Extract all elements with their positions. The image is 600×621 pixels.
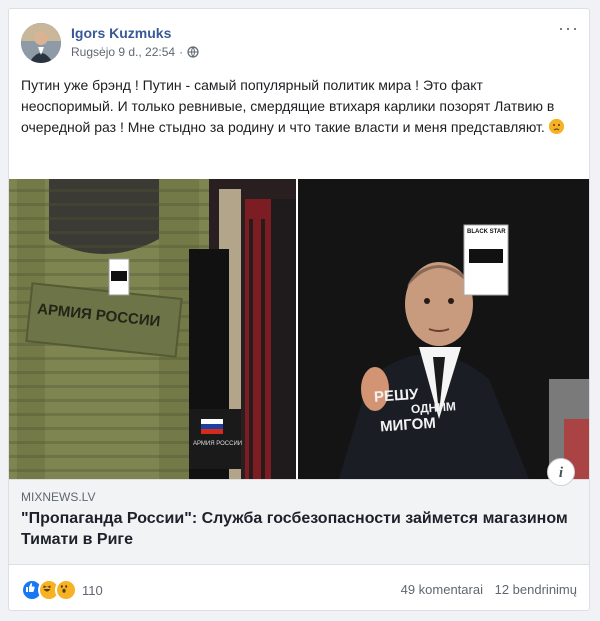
footer-divider [21, 610, 577, 611]
reaction-summary[interactable]: 110 [21, 579, 103, 601]
info-icon[interactable]: i [547, 458, 575, 486]
link-preview[interactable]: i MIXNEWS.LV "Пропаганда России": Служба… [9, 458, 589, 565]
post-meta: Rugsėjo 9 d., 22:54 · [71, 45, 199, 59]
right-photo [298, 179, 589, 479]
shares-count[interactable]: 12 bendrinimų [495, 582, 577, 597]
price-tag-brand: BLACK STAR [467, 229, 506, 235]
small-tag-text: АРМИЯ РОССИИ [193, 441, 243, 447]
shirt-caption: РЕШУ ОДНИМ МИГОМ [373, 384, 458, 436]
author-name[interactable]: Igors Kuzmuks [71, 25, 171, 41]
post-text: Путин уже брэнд ! Путин - самый популярн… [21, 75, 577, 138]
confused-emoji-icon [548, 119, 564, 134]
post-card: Igors Kuzmuks Rugsėjo 9 d., 22:54 · ··· … [8, 8, 590, 611]
wow-icon [55, 579, 77, 601]
post-footer: 110 49 komentarai 12 bendrinimų [9, 565, 589, 611]
reaction-count: 110 [82, 582, 103, 598]
link-headline[interactable]: "Пропаганда России": Служба госбезопасно… [21, 508, 577, 550]
globe-icon[interactable] [187, 46, 199, 58]
post-body: Путин уже брэнд ! Путин - самый популярн… [21, 77, 555, 135]
post-timestamp[interactable]: Rugsėjo 9 d., 22:54 [71, 45, 175, 59]
avatar-image [21, 23, 61, 63]
link-domain: MIXNEWS.LV [21, 490, 96, 504]
author-avatar[interactable] [21, 23, 61, 63]
post-media[interactable]: АРМИЯ РОССИИ АРМИЯ РОССИИ BLACK STAR РЕШ… [9, 179, 589, 479]
meta-separator: · [179, 45, 184, 59]
engagement-stats: 49 komentarai 12 bendrinimų [393, 582, 577, 597]
more-options-icon[interactable]: ··· [558, 19, 579, 37]
comments-count[interactable]: 49 komentarai [401, 582, 483, 597]
media-photos [9, 179, 589, 479]
